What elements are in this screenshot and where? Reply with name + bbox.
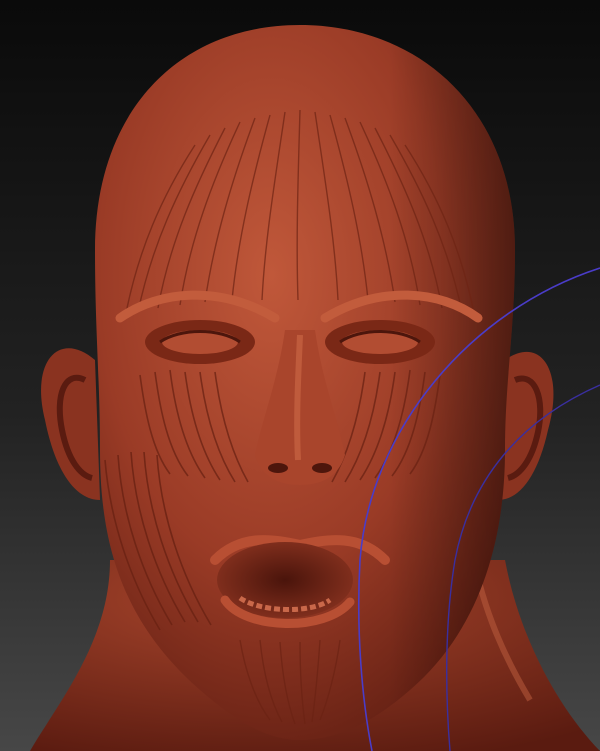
viewport-canvas[interactable] [0, 0, 600, 751]
left-nostril [268, 463, 288, 473]
left-eye [162, 330, 238, 354]
nose-bridge-highlight [294, 334, 303, 461]
right-nostril [312, 463, 332, 473]
sculpt-viewport[interactable] [0, 0, 600, 751]
right-eye [342, 330, 418, 354]
